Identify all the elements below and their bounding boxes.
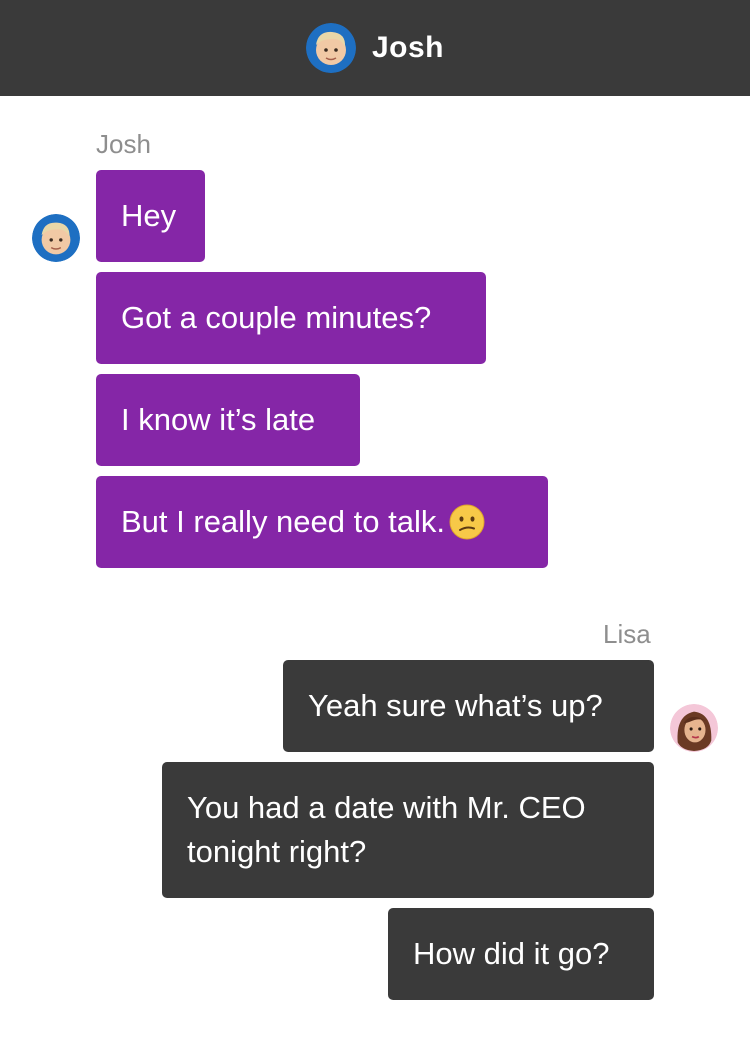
chat-header: Josh <box>0 0 750 96</box>
sender-name-josh: Josh <box>96 129 151 159</box>
message-bubble-josh[interactable]: Got a couple minutes? <box>96 272 486 364</box>
message-bubble-lisa[interactable]: Yeah sure what’s up? <box>283 660 654 752</box>
josh-avatar-icon[interactable] <box>305 23 356 73</box>
message-bubble-lisa[interactable]: How did it go? <box>388 908 654 1000</box>
message-bubble-lisa[interactable]: You had a date with Mr. CEO tonight righ… <box>162 762 654 898</box>
josh-avatar-icon[interactable] <box>32 214 80 262</box>
message-text: Hey <box>121 198 177 233</box>
message-text: How did it go? <box>413 936 610 971</box>
message-bubble-josh[interactable]: But I really need to talk. <box>96 476 548 568</box>
message-text: Got a couple minutes? <box>121 300 432 335</box>
message-bubble-josh[interactable]: Hey <box>96 170 205 262</box>
lisa-avatar-icon[interactable] <box>670 704 718 752</box>
chat-title: Josh <box>371 31 445 64</box>
message-bubble-josh[interactable]: I know it’s late <box>96 374 360 466</box>
message-text: I know it’s late <box>121 402 316 437</box>
sender-name-lisa: Lisa <box>603 619 651 649</box>
message-text: You had a date with Mr. CEO tonight righ… <box>187 790 586 869</box>
message-text: But I really need to talk. <box>121 504 445 539</box>
chat-header-content: Josh <box>0 0 750 96</box>
confused-face-emoji-icon <box>449 504 485 540</box>
message-text: Yeah sure what’s up? <box>308 688 603 723</box>
